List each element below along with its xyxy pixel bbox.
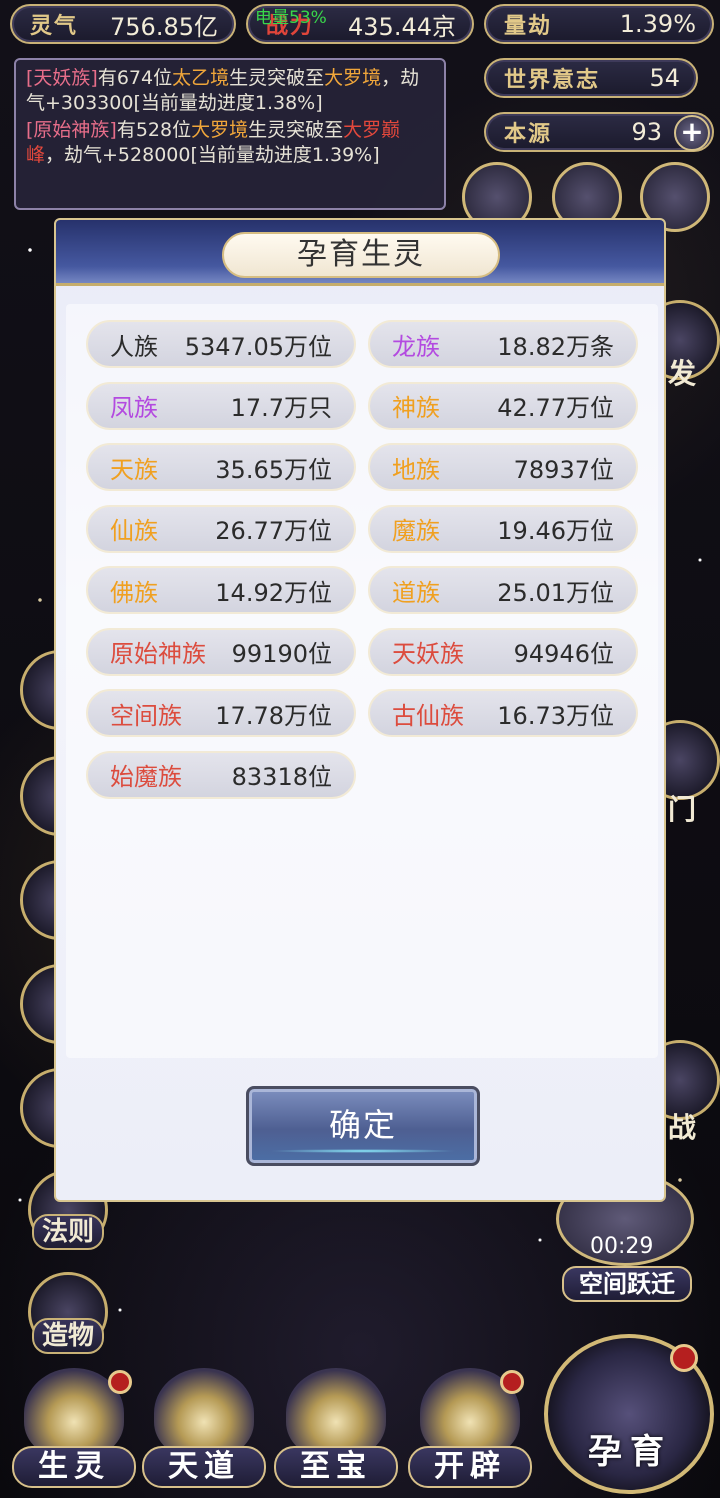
race-name: 佛族: [110, 578, 158, 607]
race-name: 人族: [110, 332, 158, 361]
race-name: 道族: [392, 578, 440, 607]
race-item: 古仙族 16.73万位: [368, 689, 638, 737]
race-name: 神族: [392, 394, 440, 422]
treasure-icon: [286, 1368, 386, 1458]
nav-zhibao-label: 至宝: [274, 1446, 398, 1488]
stat-shijie-value: 54: [649, 64, 680, 92]
stat-liangjie[interactable]: 量劫 1.39%: [484, 4, 714, 44]
nav-kaipi-label: 开辟: [408, 1446, 532, 1488]
race-count: 16.73万位: [497, 701, 614, 730]
event-log: [天妖族]有674位太乙境生灵突破至大罗境，劫气+303300[当前量劫进度1.…: [14, 58, 446, 210]
race-name: 地族: [392, 455, 440, 484]
race-name: 始魔族: [110, 763, 182, 791]
battery-indicator: 电量53%: [255, 8, 327, 28]
race-item: 魔族 19.46万位: [368, 504, 638, 553]
race-name: 原始神族: [110, 640, 206, 668]
nurture-creatures-dialog: 孕育生灵 人族 5347.05万位 龙族 18.82万条凤族 17.7万只 神族 42.77…: [54, 218, 666, 1202]
race-item: 始魔族 83318位: [86, 750, 356, 799]
race-name: 空间族: [110, 701, 182, 730]
log-realm-from: 大罗境: [191, 119, 249, 141]
stat-lingqi-value: 756.85亿: [110, 12, 218, 41]
race-count: 78937位: [513, 455, 614, 484]
race-name: 凤族: [110, 394, 158, 422]
nav-yunyu-label: 孕育: [588, 1432, 672, 1472]
stat-benyuan-value: 93: [631, 118, 662, 146]
nav-kaipi[interactable]: 开辟: [408, 1368, 532, 1488]
log-text: 有528位: [116, 119, 192, 141]
stat-liangjie-label: 量劫: [504, 14, 553, 39]
stat-shijie-label: 世界意志: [504, 68, 601, 93]
log-realm-from: 太乙境: [172, 67, 230, 89]
race-name: 天族: [110, 455, 158, 484]
dialog-title: 孕育生灵: [222, 232, 500, 278]
stat-benyuan[interactable]: 本源 93 +: [484, 112, 714, 152]
race-item: 天族 35.65万位: [86, 443, 356, 491]
confirm-button[interactable]: 确定: [246, 1086, 480, 1166]
log-race: [天妖族]: [26, 67, 98, 89]
race-count: 94946位: [513, 640, 614, 668]
add-benyuan-button[interactable]: +: [674, 115, 710, 151]
law-button-label[interactable]: 法则: [32, 1214, 105, 1250]
race-name: 仙族: [110, 517, 158, 545]
notification-dot: [108, 1370, 132, 1394]
stat-power-value: 435.44京: [348, 12, 456, 41]
space-jump-timer: 00:29: [590, 1234, 654, 1259]
log-text: ，劫气+528000[当前量劫进度1.39%]: [45, 144, 380, 166]
race-count: 17.7万只: [230, 394, 332, 422]
race-item: 地族 78937位: [368, 443, 638, 491]
race-count: 99190位: [231, 640, 332, 668]
right-side-label-3: 战: [668, 1111, 697, 1144]
log-realm-to: 大罗境: [324, 67, 382, 89]
heaven-icon: [154, 1368, 254, 1458]
race-name: 天妖族: [392, 640, 464, 668]
race-name: 龙族: [392, 332, 440, 361]
race-name: 古仙族: [392, 701, 464, 730]
nav-shengling-label: 生灵: [12, 1446, 136, 1488]
race-count: 25.01万位: [497, 578, 614, 607]
log-text: 有674位: [97, 67, 173, 89]
nav-tiandao[interactable]: 天道: [142, 1368, 266, 1488]
right-side-label-2: 门: [668, 793, 697, 826]
race-count: 5347.05万位: [184, 332, 332, 361]
space-jump-button[interactable]: 空间跃迁: [562, 1266, 692, 1302]
race-item: 神族 42.77万位: [368, 381, 638, 430]
creation-button-label[interactable]: 造物: [32, 1318, 105, 1354]
stat-lingqi[interactable]: 灵气 756.85亿: [10, 4, 236, 44]
notification-dot: [500, 1370, 524, 1394]
race-item: 仙族 26.77万位: [86, 504, 356, 553]
race-count: 35.65万位: [215, 455, 332, 484]
race-count: 83318位: [231, 763, 332, 791]
log-race: [原始神族]: [26, 119, 117, 141]
log-text: 生灵突破至: [229, 67, 325, 89]
right-side-label-1: 发: [668, 357, 697, 390]
race-count: 18.82万条: [497, 332, 614, 361]
race-count: 19.46万位: [497, 517, 614, 545]
race-item: 龙族 18.82万条: [368, 320, 638, 368]
race-item: 天妖族 94946位: [368, 627, 638, 676]
race-count: 17.78万位: [215, 701, 332, 730]
nav-tiandao-label: 天道: [142, 1446, 266, 1488]
stat-liangjie-value: 1.39%: [619, 10, 696, 38]
race-count: 42.77万位: [497, 394, 614, 422]
stat-benyuan-label: 本源: [504, 122, 553, 147]
race-item: 佛族 14.92万位: [86, 566, 356, 614]
nav-zhibao[interactable]: 至宝: [274, 1368, 398, 1488]
log-entry: [天妖族]有674位太乙境生灵突破至大罗境，劫气+303300[当前量劫进度1.…: [26, 66, 434, 116]
race-item: 道族 25.01万位: [368, 566, 638, 614]
race-count: 26.77万位: [215, 517, 332, 545]
stat-shijie[interactable]: 世界意志 54: [484, 58, 698, 98]
race-count: 14.92万位: [215, 578, 332, 607]
race-item: 原始神族 99190位: [86, 627, 356, 676]
race-name: 魔族: [392, 517, 440, 545]
log-text: 生灵突破至: [248, 119, 344, 141]
notification-dot: [670, 1344, 698, 1372]
race-item: 人族 5347.05万位: [86, 320, 356, 368]
race-item: 空间族 17.78万位: [86, 689, 356, 737]
nav-shengling[interactable]: 生灵: [12, 1368, 136, 1488]
log-entry: [原始神族]有528位大罗境生灵突破至大罗巅峰，劫气+528000[当前量劫进度…: [26, 118, 434, 168]
stat-lingqi-label: 灵气: [30, 14, 79, 39]
race-item: 凤族 17.7万只: [86, 381, 356, 430]
